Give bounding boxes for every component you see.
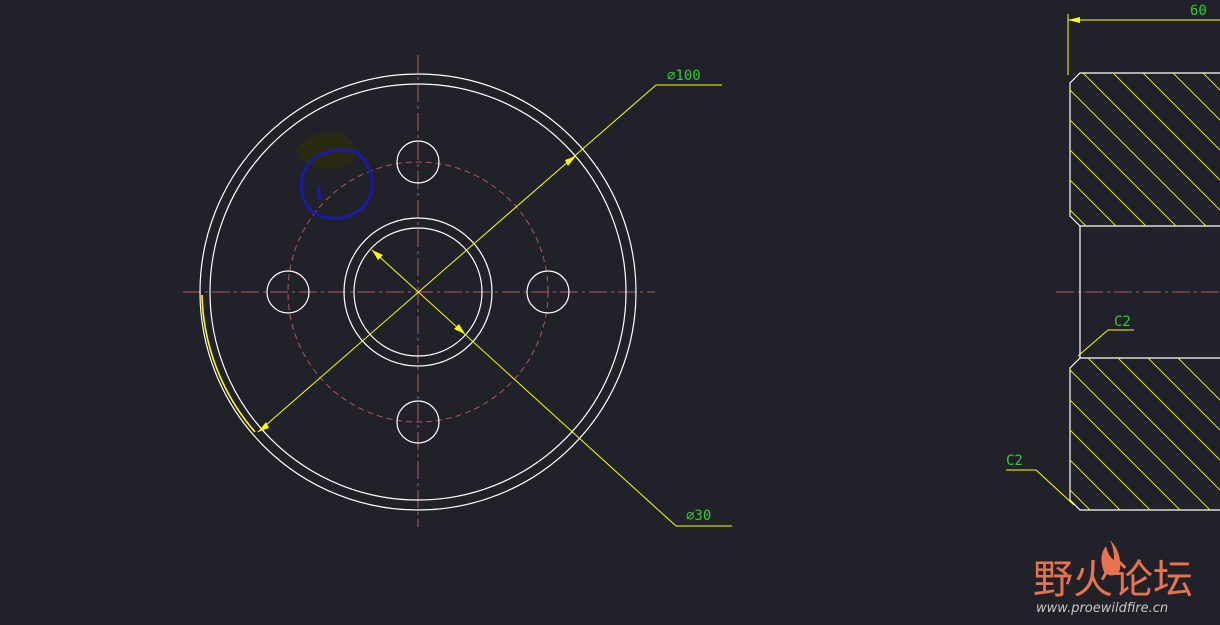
watermark-forum-name: 野火论坛 [1033, 557, 1193, 603]
length-label: 60 [1190, 3, 1207, 19]
cad-drawing: ∅100 ∅30 60 C2 C2 野火论坛 www.proewildfire.… [183, 3, 1220, 616]
markup-stroke [316, 185, 322, 201]
outer-diameter-label: ∅100 [667, 68, 701, 84]
hatch-bottom [1070, 358, 1220, 510]
forum-watermark: 野火论坛 www.proewildfire.cn [1033, 540, 1193, 616]
outer-diameter-arrow-upper [565, 156, 576, 166]
section-outline-bottom [1069, 357, 1220, 511]
section-view: 60 C2 C2 [1006, 3, 1220, 511]
inner-diameter-label: ∅30 [686, 508, 711, 524]
length-dimension-arrow [1068, 17, 1080, 23]
chamfer-outer-leader [1035, 469, 1075, 506]
chamfer-inner-leader [1077, 329, 1109, 357]
chamfer-outer-label: C2 [1006, 453, 1023, 469]
chamfer-inner-label: C2 [1114, 314, 1131, 330]
watermark-url: www.proewildfire.cn [1036, 601, 1168, 616]
front-view: ∅100 ∅30 [183, 55, 732, 527]
